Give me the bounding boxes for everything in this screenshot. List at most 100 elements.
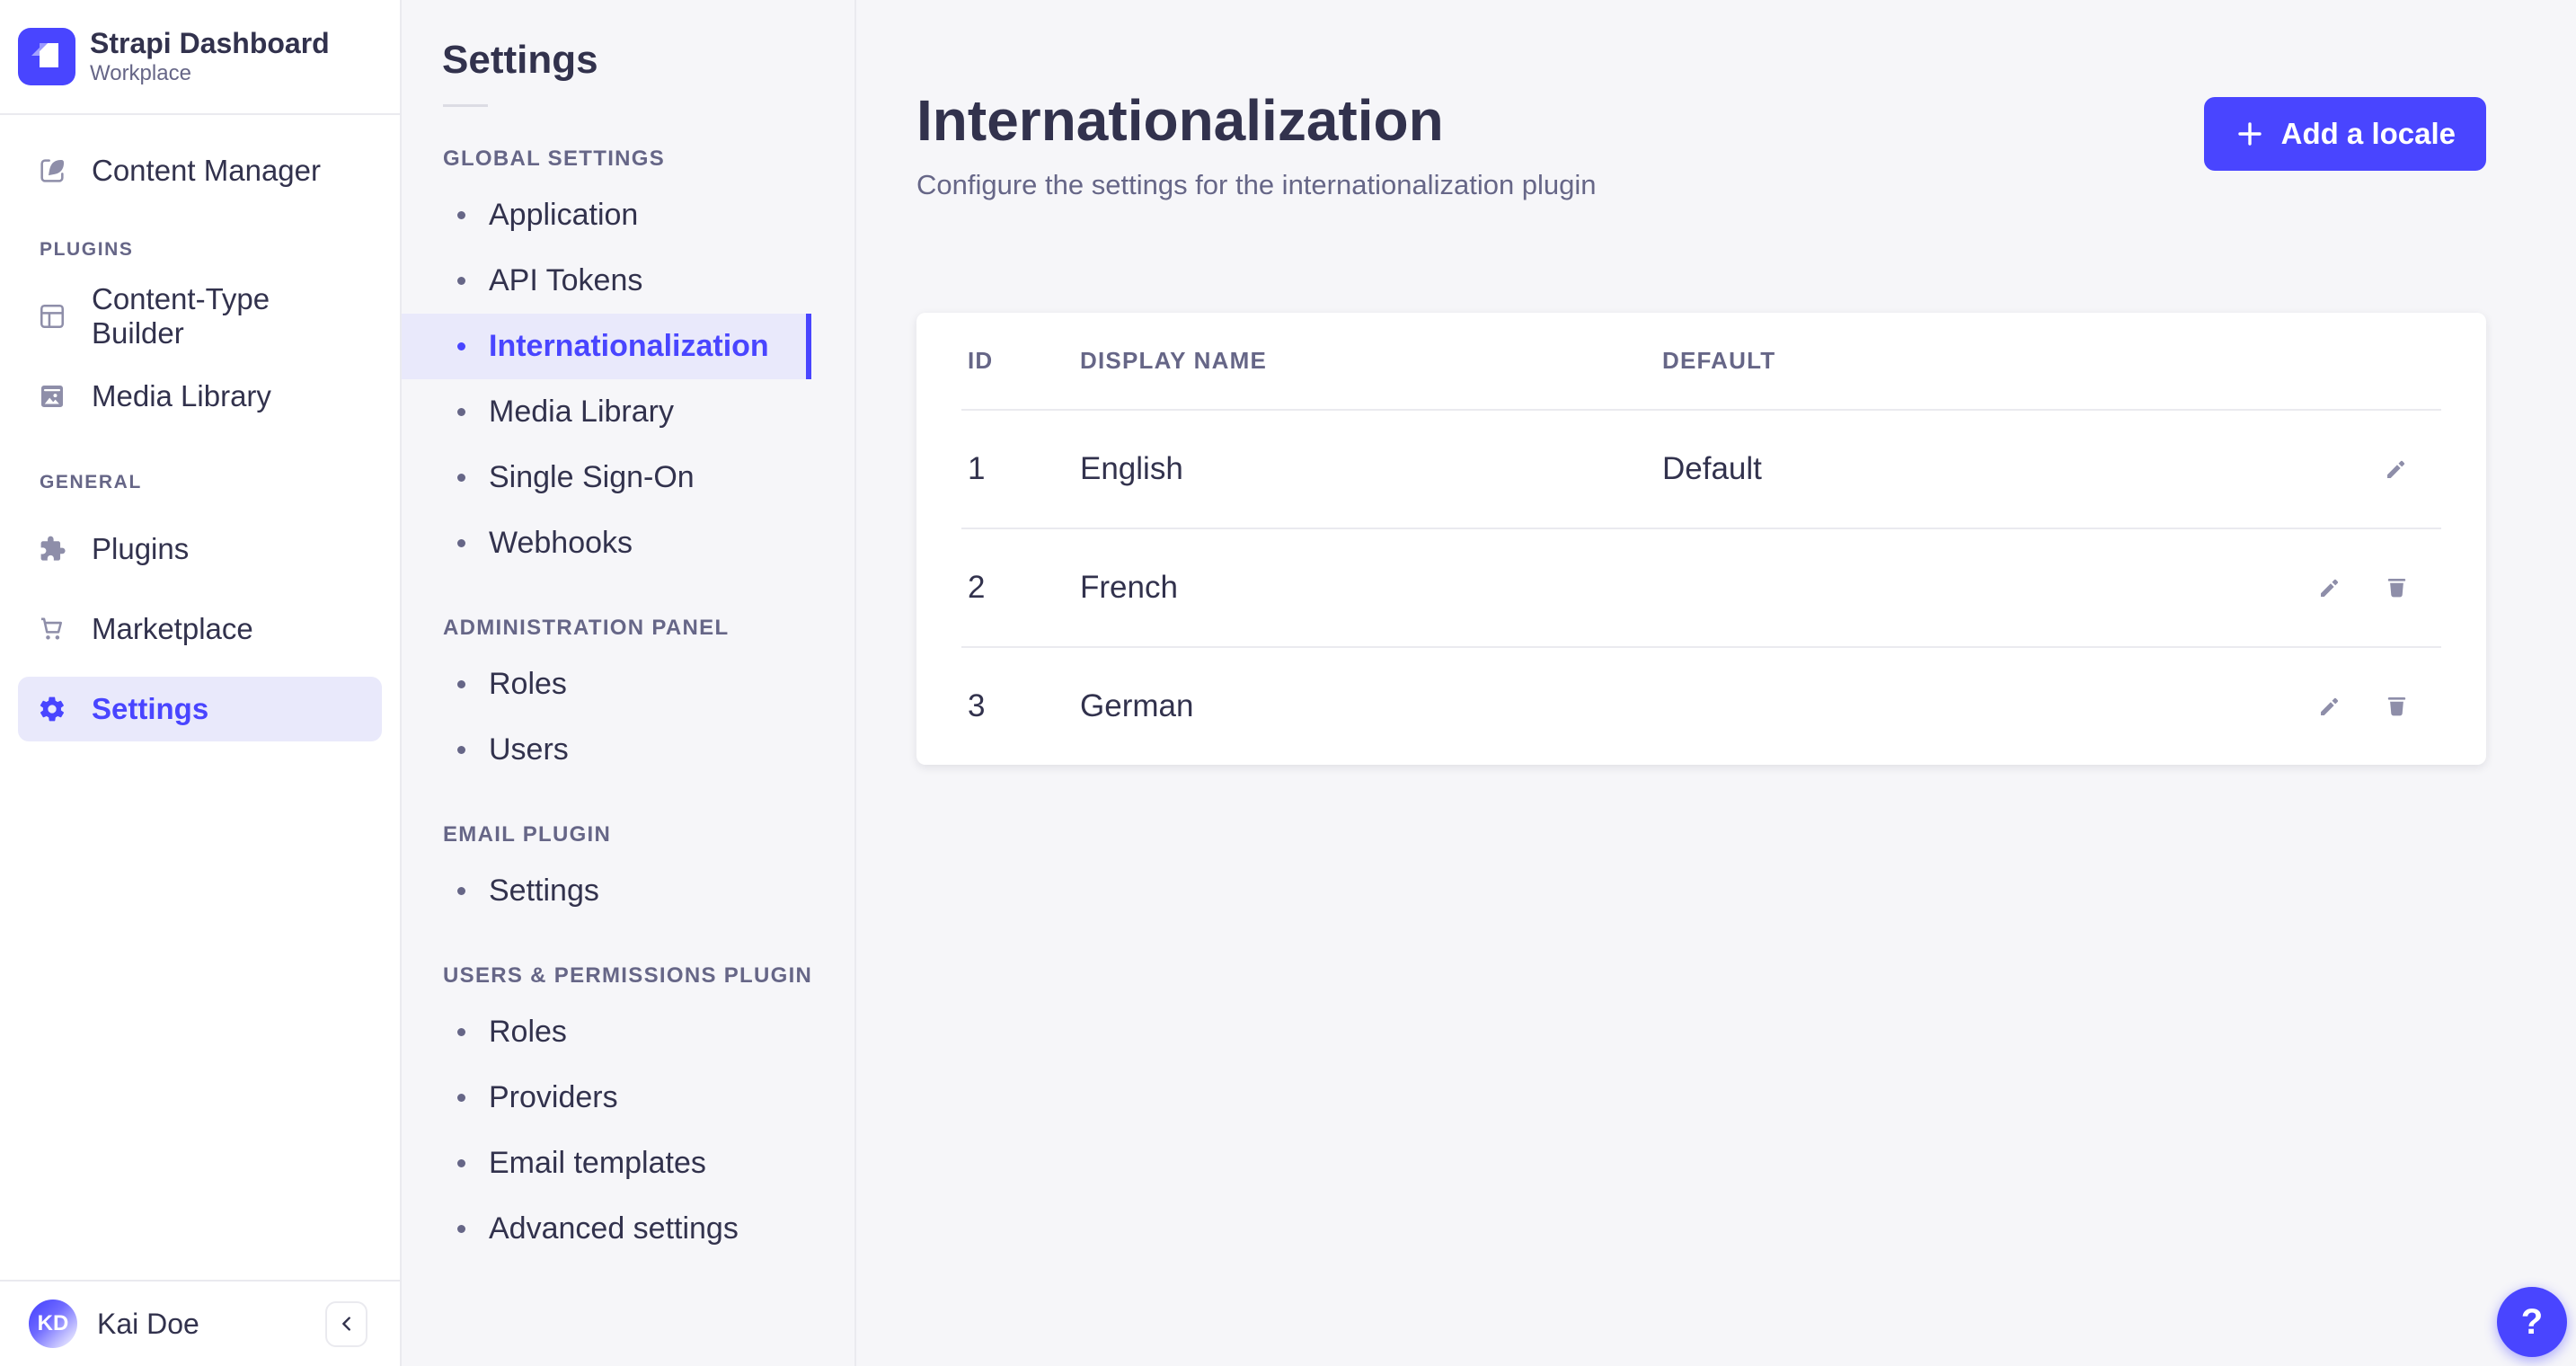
subnav-item-media-library[interactable]: Media Library — [402, 379, 811, 445]
sidebar-footer: KD Kai Doe — [0, 1280, 400, 1366]
subnav-item-admin-users[interactable]: Users — [402, 717, 811, 783]
subnav-item-label: API Tokens — [489, 263, 643, 297]
trash-icon — [2387, 579, 2405, 598]
workspace-titles: Strapi Dashboard Workplace — [90, 26, 330, 86]
avatar[interactable]: KD — [29, 1299, 77, 1348]
bullet-icon — [457, 1225, 465, 1233]
sidebar-item-content-type-builder[interactable]: Content-Type Builder — [18, 282, 382, 350]
edit-locale-button[interactable] — [2310, 687, 2350, 726]
bullet-icon — [457, 539, 465, 547]
plugins-icon — [40, 536, 66, 561]
workspace-name: Workplace — [90, 61, 191, 86]
sidebar-item-label: Content Manager — [92, 154, 321, 187]
locales-table: ID DISPLAY NAME DEFAULT 1 English Defaul… — [916, 312, 2486, 765]
subnav-item-label: Roles — [489, 667, 567, 701]
subnav-section-administration-panel: ADMINISTRATION PANEL — [443, 616, 730, 640]
bullet-icon — [457, 474, 465, 482]
sidebar-item-label: Settings — [92, 692, 209, 725]
strapi-dashboard-app: Strapi Dashboard Workplace Content Manag… — [0, 0, 2576, 1366]
row-actions — [2310, 568, 2486, 608]
subnav-item-webhooks[interactable]: Webhooks — [402, 510, 811, 576]
edit-locale-button[interactable] — [2377, 449, 2416, 489]
row-actions — [2310, 687, 2486, 726]
column-header-default: DEFAULT — [1662, 346, 1776, 374]
column-header-display-name: DISPLAY NAME — [1080, 346, 1268, 374]
strapi-logo-icon — [18, 28, 75, 85]
subnav-item-internationalization[interactable]: Internationalization — [402, 314, 811, 379]
subnav-item-label: Advanced settings — [489, 1211, 739, 1246]
pencil-icon — [2386, 460, 2404, 479]
user-name: Kai Doe — [97, 1307, 199, 1340]
subnav-item-email-settings[interactable]: Settings — [402, 858, 811, 924]
subnav-item-up-roles[interactable]: Roles — [402, 999, 811, 1065]
cell-id: 3 — [968, 687, 986, 723]
settings-subnav: Settings GLOBAL SETTINGS Application API… — [402, 0, 856, 1366]
main-sidebar: Strapi Dashboard Workplace Content Manag… — [0, 0, 402, 1366]
sidebar-section-general: GENERAL — [40, 472, 142, 492]
sidebar-section-plugins: PLUGINS — [40, 239, 134, 260]
subnav-item-single-sign-on[interactable]: Single Sign-On — [402, 445, 811, 510]
help-button[interactable]: ? — [2497, 1287, 2567, 1357]
bullet-icon — [457, 1028, 465, 1036]
bullet-icon — [457, 1094, 465, 1102]
sidebar-item-plugins[interactable]: Plugins — [18, 517, 382, 581]
bullet-icon — [457, 680, 465, 688]
bullet-icon — [457, 408, 465, 416]
page-header-titles: Internationalization Configure the setti… — [916, 88, 1597, 201]
marketplace-icon — [41, 617, 62, 640]
subnav-item-label: Media Library — [489, 395, 674, 429]
workspace-header[interactable]: Strapi Dashboard Workplace — [0, 0, 400, 115]
subnav-item-label: Users — [489, 732, 569, 767]
table-row-french[interactable]: 2 French — [916, 529, 2486, 646]
subnav-item-providers[interactable]: Providers — [402, 1065, 811, 1131]
bullet-icon — [457, 1159, 465, 1167]
subnav-section-global-settings: GLOBAL SETTINGS — [443, 146, 666, 171]
bullet-icon — [457, 746, 465, 754]
subnav-title: Settings — [442, 38, 598, 82]
question-mark-icon: ? — [2520, 1301, 2544, 1342]
subnav-item-application[interactable]: Application — [402, 182, 811, 248]
add-locale-button[interactable]: Add a locale — [2203, 97, 2486, 171]
main-content: Internationalization Configure the setti… — [856, 0, 2576, 1366]
table-row-german[interactable]: 3 German — [916, 648, 2486, 765]
cell-id: 1 — [968, 450, 986, 486]
delete-locale-button[interactable] — [2377, 568, 2416, 608]
sidebar-item-content-manager[interactable]: Content Manager — [18, 138, 382, 203]
page-title: Internationalization — [916, 88, 1444, 153]
subnav-item-admin-roles[interactable]: Roles — [402, 652, 811, 717]
sidebar-collapse-button[interactable] — [325, 1300, 367, 1347]
subnav-item-advanced-settings[interactable]: Advanced settings — [402, 1196, 811, 1262]
app-title: Strapi Dashboard — [90, 26, 330, 59]
table-header-row: ID DISPLAY NAME DEFAULT — [916, 313, 2486, 409]
media-library-icon — [41, 386, 63, 407]
bullet-icon — [457, 277, 465, 285]
subnav-item-label: Providers — [489, 1080, 618, 1114]
cell-default: Default — [1662, 450, 1762, 486]
row-actions — [2377, 449, 2486, 489]
trash-icon — [2387, 697, 2405, 716]
bullet-icon — [457, 887, 465, 895]
subnav-section-email-plugin: EMAIL PLUGIN — [443, 822, 612, 847]
subnav-item-api-tokens[interactable]: API Tokens — [402, 248, 811, 314]
sidebar-item-label: Plugins — [92, 532, 190, 565]
add-locale-button-label: Add a locale — [2280, 117, 2456, 150]
cell-display-name: German — [1080, 687, 1194, 723]
chevron-left-icon — [341, 1317, 350, 1331]
cell-id: 2 — [968, 569, 986, 605]
subnav-item-label: Application — [489, 198, 639, 232]
edit-locale-button[interactable] — [2310, 568, 2350, 608]
sidebar-item-settings[interactable]: Settings — [18, 677, 382, 741]
sidebar-item-marketplace[interactable]: Marketplace — [18, 597, 382, 661]
sidebar-item-media-library[interactable]: Media Library — [18, 364, 382, 429]
bullet-icon — [457, 211, 465, 219]
subnav-item-label: Single Sign-On — [489, 460, 695, 494]
bullet-icon — [457, 342, 465, 350]
delete-locale-button[interactable] — [2377, 687, 2416, 726]
page-header: Internationalization Configure the setti… — [916, 0, 2486, 201]
subnav-item-email-templates[interactable]: Email templates — [402, 1131, 811, 1196]
sidebar-nav: Content Manager PLUGINS Content-Type Bui… — [0, 115, 400, 1280]
subnav-section-users-permissions-plugin: USERS & PERMISSIONS PLUGIN — [443, 963, 813, 988]
cell-display-name: English — [1080, 450, 1183, 486]
page-subtitle: Configure the settings for the internati… — [916, 168, 1597, 200]
table-row-english[interactable]: 1 English Default — [916, 411, 2486, 528]
